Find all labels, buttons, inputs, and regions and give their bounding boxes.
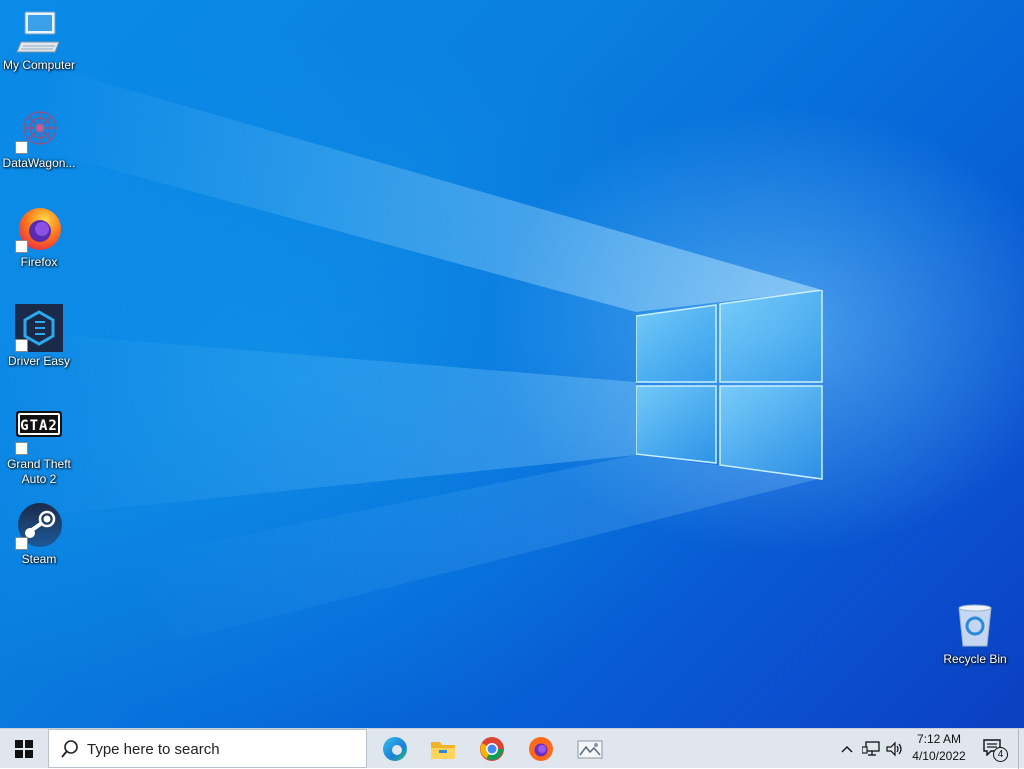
chevron-up-icon — [841, 746, 853, 753]
clock-date: 4/10/2022 — [912, 749, 966, 763]
search-icon — [61, 740, 78, 758]
taskbar-app-picture-viewer[interactable] — [566, 729, 614, 769]
gta2-logo-text: GTA2 — [20, 418, 58, 434]
recycle-bin-icon — [958, 604, 992, 647]
show-desktop-button[interactable] — [1018, 729, 1024, 769]
taskbar: 7:12 AM 4/10/2022 4 — [0, 728, 1024, 769]
desktop-icon-steam[interactable]: Steam — [0, 502, 78, 567]
show-hidden-icons-button[interactable] — [837, 729, 857, 769]
windows-logo — [636, 290, 823, 480]
shortcut-arrow-icon — [15, 339, 28, 352]
network-tray-button[interactable] — [860, 729, 882, 769]
shortcut-arrow-icon — [15, 442, 28, 455]
taskbar-app-file-explorer[interactable] — [419, 729, 467, 769]
start-button[interactable] — [0, 729, 48, 769]
volume-icon — [886, 741, 902, 757]
taskbar-search-box[interactable] — [48, 729, 367, 768]
taskbar-app-chrome[interactable] — [468, 729, 516, 769]
desktop-icon-label: Grand Theft Auto 2 — [7, 457, 71, 486]
shortcut-arrow-icon — [15, 240, 28, 253]
desktop-icon-label: DataWagon... — [2, 156, 76, 170]
desktop-icon-label: Driver Easy — [7, 354, 70, 368]
taskbar-app-edge[interactable] — [371, 729, 419, 769]
desktop-icon-label: Recycle Bin — [943, 652, 1007, 666]
desktop-icon-label: Steam — [21, 552, 57, 566]
notification-count-badge: 4 — [993, 747, 1008, 762]
shortcut-arrow-icon — [15, 141, 28, 154]
taskbar-clock[interactable]: 7:12 AM 4/10/2022 — [904, 731, 974, 767]
chrome-icon — [480, 737, 504, 761]
desktop-icon-driver-easy[interactable]: Driver Easy — [0, 304, 78, 369]
windows-start-icon — [15, 740, 33, 758]
wallpaper-light-beams — [0, 70, 822, 640]
volume-tray-button[interactable] — [884, 729, 906, 769]
network-icon — [862, 741, 880, 756]
desktop-icon-label: Firefox — [20, 255, 58, 269]
shortcut-arrow-icon — [15, 537, 28, 550]
taskbar-app-firefox[interactable] — [517, 729, 565, 769]
desktop-icon-firefox[interactable]: Firefox — [0, 205, 78, 270]
clock-time: 7:12 AM — [916, 732, 962, 746]
desktop-icon-my-computer[interactable]: My Computer — [0, 8, 78, 73]
firefox-icon — [529, 737, 553, 761]
desktop-icon-label: My Computer — [2, 58, 76, 72]
search-input[interactable] — [87, 738, 357, 760]
file-explorer-icon — [431, 742, 455, 759]
computer-icon — [16, 11, 60, 53]
action-center-button[interactable]: 4 — [976, 729, 1010, 769]
edge-icon — [383, 737, 407, 761]
picture-viewer-icon — [577, 740, 603, 759]
desktop-icon-datawagon[interactable]: DataWagon... — [0, 106, 78, 171]
desktop-icon-recycle-bin[interactable]: Recycle Bin — [936, 602, 1014, 667]
desktop-background: My Computer DataWagon... Firefox Driver … — [0, 0, 1024, 728]
desktop-icon-gta2[interactable]: GTA2 Grand Theft Auto 2 — [0, 407, 78, 487]
